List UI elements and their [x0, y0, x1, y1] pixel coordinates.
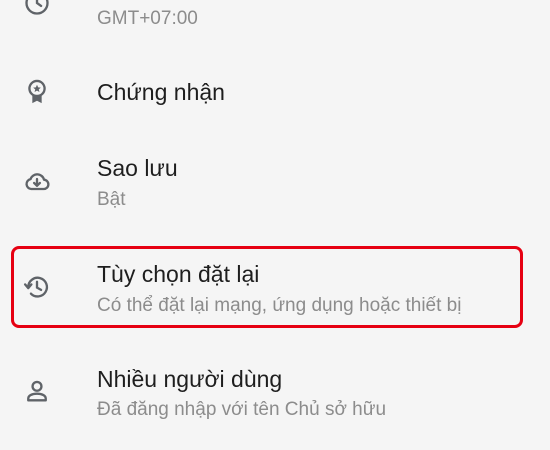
history-icon: [22, 272, 52, 302]
settings-item-subtitle: Bật: [97, 189, 126, 210]
cloud-download-icon: [22, 167, 52, 197]
settings-item-subtitle: GMT+07:00: [97, 8, 198, 29]
settings-item-title: Tùy chọn đặt lại: [97, 261, 260, 287]
settings-item-multiple-users[interactable]: Nhiều người dùng Đã đăng nhập với tên Ch…: [0, 356, 550, 436]
settings-item-title: Sao lưu: [97, 155, 178, 181]
person-icon: [22, 376, 52, 406]
settings-item-subtitle: Đã đăng nhập với tên Chủ sở hữu: [97, 399, 387, 420]
settings-item-reset-options[interactable]: Tùy chọn đặt lại Có thể đặt lại mạng, ứn…: [0, 248, 550, 328]
badge-icon: [22, 77, 52, 107]
settings-item-date-time[interactable]: GMT+07:00: [0, 0, 550, 50]
settings-item-title: Chứng nhận: [97, 79, 225, 105]
settings-item-subtitle: Có thể đặt lại mạng, ứng dụng hoặc thiết…: [97, 295, 462, 316]
settings-item-title: Nhiều người dùng: [97, 366, 283, 392]
clock-icon: [22, 0, 52, 18]
settings-item-certificates[interactable]: Chứng nhận: [0, 55, 550, 130]
settings-item-backup[interactable]: Sao lưu Bật: [0, 140, 550, 225]
